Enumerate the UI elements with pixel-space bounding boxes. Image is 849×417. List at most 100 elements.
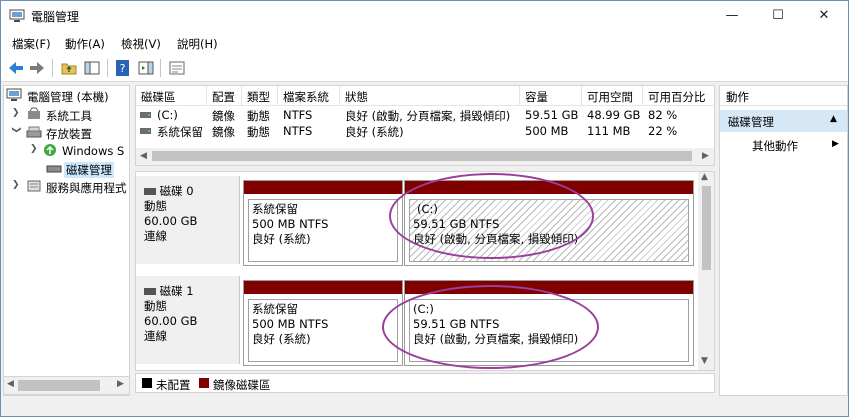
partition-name: 系統保留 — [252, 202, 298, 216]
computer-management-window: 電腦管理 — ☐ ✕ 檔案(F) 動作(A) 檢視(V) 說明(H) ? 電腦管… — [0, 0, 849, 417]
cell-capacity: 59.51 GB — [525, 108, 579, 122]
partition-detail: 500 MB NTFS — [252, 317, 329, 331]
tree-item-storage[interactable]: ❯ 存放裝置 — [4, 124, 129, 142]
column-header-status[interactable]: 狀態 — [340, 86, 520, 106]
scroll-left-icon[interactable]: ◀ — [140, 151, 147, 161]
annotation-circle — [382, 285, 599, 369]
up-folder-icon[interactable] — [60, 59, 78, 77]
cell-status: 良好 (系統) — [345, 125, 404, 139]
disk-1-label[interactable]: 磁碟 1 動態 60.00 GB 連線 — [136, 276, 240, 364]
toolbar-separator — [160, 59, 161, 77]
tree-item-label: 電腦管理 (本機) — [27, 90, 109, 104]
submenu-arrow-icon: ▶ — [832, 139, 839, 149]
mirror-volume-bar — [244, 281, 402, 294]
tree-item-disk-management[interactable]: 磁碟管理 — [4, 160, 129, 178]
scroll-left-icon[interactable]: ◀ — [7, 379, 14, 389]
scroll-right-icon[interactable]: ▶ — [702, 151, 709, 161]
system-tools-icon — [28, 107, 40, 119]
menu-help[interactable]: 說明(H) — [177, 36, 218, 52]
scrollbar-thumb[interactable] — [152, 151, 692, 161]
disk-0-label[interactable]: 磁碟 0 動態 60.00 GB 連線 — [136, 176, 240, 264]
menu-bar: 檔案(F) 動作(A) 檢視(V) 說明(H) — [1, 32, 848, 54]
partition-body: 系統保留 500 MB NTFS 良好 (系統) — [248, 299, 398, 362]
partition-system-reserved[interactable]: 系統保留 500 MB NTFS 良好 (系統) — [243, 280, 403, 366]
legend-label-mirror: 鏡像磁碟區 — [213, 378, 271, 392]
chevron-down-icon[interactable]: ❯ — [11, 126, 21, 136]
back-arrow-icon[interactable] — [7, 59, 25, 77]
windows-backup-icon — [44, 144, 56, 156]
volume-list: 磁碟區 配置 類型 檔案系統 狀態 容量 可用空間 可用百分比 (C:) 鏡像 … — [135, 85, 715, 166]
maximize-button[interactable]: ☐ — [755, 1, 801, 32]
volume-list-horizontal-scrollbar[interactable]: ◀ ▶ — [136, 148, 714, 165]
menu-file[interactable]: 檔案(F) — [12, 36, 51, 52]
disk-status: 連線 — [144, 329, 167, 343]
scroll-right-icon[interactable]: ▶ — [117, 379, 124, 389]
legend: 未配置 鏡像磁碟區 — [135, 373, 715, 393]
more-actions-item[interactable]: 其他動作 ▶ — [720, 136, 847, 156]
tree-item-services[interactable]: ❯ 服務與應用程式 — [4, 178, 129, 196]
computer-management-icon — [6, 88, 22, 101]
menu-action[interactable]: 動作(A) — [65, 36, 105, 52]
cell-filesystem: NTFS — [283, 124, 313, 138]
column-header-type[interactable]: 類型 — [242, 86, 278, 106]
menu-view[interactable]: 檢視(V) — [121, 36, 161, 52]
scroll-down-icon[interactable]: ▼ — [701, 356, 708, 366]
forward-arrow-icon[interactable] — [28, 59, 46, 77]
actions-header: 動作 — [720, 86, 847, 106]
column-header-free-space[interactable]: 可用空間 — [582, 86, 643, 106]
partition-body: 系統保留 500 MB NTFS 良好 (系統) — [248, 199, 398, 262]
volume-icon — [140, 128, 151, 134]
disk-icon — [144, 188, 156, 195]
column-header-free-percent[interactable]: 可用百分比 — [643, 86, 714, 106]
annotation-circle — [389, 173, 594, 259]
window-title: 電腦管理 — [31, 10, 80, 24]
scrollbar-thumb[interactable] — [702, 186, 711, 270]
partition-detail: 500 MB NTFS — [252, 217, 329, 231]
disk-size: 60.00 GB — [144, 314, 198, 328]
tree-horizontal-scrollbar[interactable]: ◀ ▶ — [3, 376, 130, 395]
cell-status: 良好 (啟動, 分頁檔案, 損毀傾印) — [345, 109, 511, 123]
cell-volume: (C:) — [157, 108, 178, 122]
legend-swatch-unallocated — [142, 378, 152, 388]
column-header-filesystem[interactable]: 檔案系統 — [278, 86, 340, 106]
chevron-right-icon[interactable]: ❯ — [12, 108, 22, 118]
cell-filesystem: NTFS — [283, 108, 313, 122]
minimize-button[interactable]: — — [709, 1, 755, 32]
storage-icon — [26, 126, 42, 138]
actions-section-label: 磁碟管理 — [728, 115, 774, 129]
collapse-up-icon[interactable]: ▲ — [830, 114, 837, 124]
partition-name: 系統保留 — [252, 302, 298, 316]
tree-item-label: 系統工具 — [46, 109, 92, 123]
chevron-right-icon[interactable]: ❯ — [12, 180, 22, 190]
disk-status: 連線 — [144, 229, 167, 243]
column-header-volume[interactable]: 磁碟區 — [136, 86, 207, 106]
disk-type: 動態 — [144, 199, 167, 213]
cell-volume: 系統保留 — [157, 125, 203, 139]
show-hide-action-pane-icon[interactable] — [137, 59, 155, 77]
toolbar: ? — [1, 54, 848, 82]
scroll-up-icon[interactable]: ▲ — [701, 172, 708, 182]
tree-item-system-tools[interactable]: ❯ 系統工具 — [4, 106, 129, 124]
help-icon[interactable]: ? — [114, 59, 132, 77]
show-hide-tree-icon[interactable] — [83, 59, 101, 77]
toolbar-separator — [52, 59, 53, 77]
disk-name: 磁碟 0 — [144, 184, 239, 199]
cell-capacity: 500 MB — [525, 124, 569, 138]
close-button[interactable]: ✕ — [801, 1, 847, 32]
tree-item-windows-backup[interactable]: ❯ Windows S — [4, 142, 129, 160]
partition-system-reserved[interactable]: 系統保留 500 MB NTFS 良好 (系統) — [243, 180, 403, 266]
column-header-layout[interactable]: 配置 — [207, 86, 242, 106]
disk-view-vertical-scrollbar[interactable]: ▲ ▼ — [698, 172, 714, 370]
cell-free-percent: 82 % — [648, 108, 678, 122]
title-bar: 電腦管理 — ☐ ✕ — [1, 1, 848, 32]
chevron-right-icon[interactable]: ❯ — [30, 144, 40, 154]
actions-section-disk-management[interactable]: 磁碟管理 ▲ — [720, 110, 847, 132]
volume-icon — [140, 112, 151, 118]
tree-item-label: 存放裝置 — [46, 127, 92, 141]
toolbar-separator — [107, 59, 108, 77]
properties-icon[interactable] — [168, 59, 186, 77]
svg-text:?: ? — [120, 62, 126, 75]
column-header-capacity[interactable]: 容量 — [520, 86, 582, 106]
tree-item-computer-management[interactable]: 電腦管理 (本機) — [6, 87, 129, 105]
scrollbar-thumb[interactable] — [18, 380, 100, 391]
